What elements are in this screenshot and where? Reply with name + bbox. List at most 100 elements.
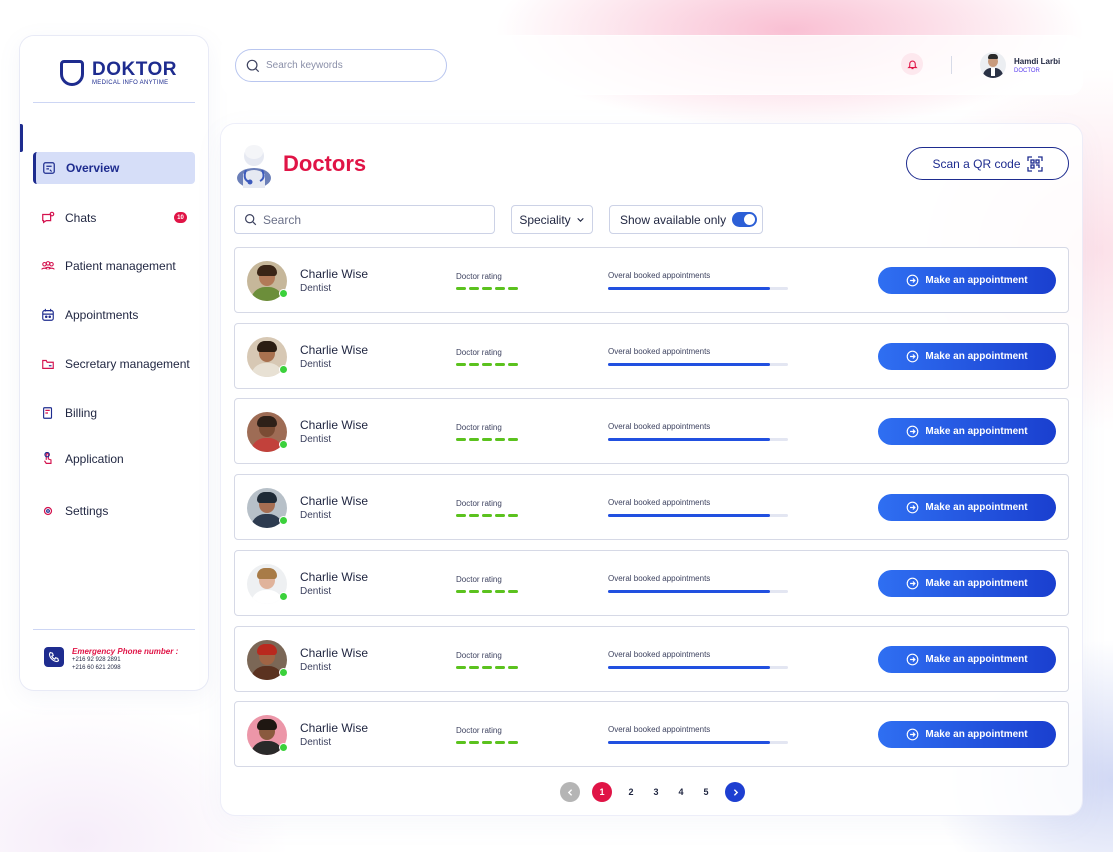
online-status-indicator	[279, 516, 288, 525]
next-page-button[interactable]	[725, 782, 745, 802]
sidebar-item-secretary-management[interactable]: Secretary management	[33, 348, 195, 380]
top-search[interactable]	[235, 49, 447, 82]
rating-label: Doctor rating	[456, 651, 502, 660]
make-appointment-button[interactable]: Make an appointment	[878, 721, 1056, 748]
doctor-rating	[456, 287, 518, 290]
search-input[interactable]	[266, 60, 426, 71]
bell-icon	[906, 60, 918, 69]
sidebar-item-application[interactable]: Application	[33, 443, 195, 475]
booked-label: Overal booked appointments	[608, 422, 711, 431]
make-appointment-button[interactable]: Make an appointment	[878, 418, 1056, 445]
rating-segment	[469, 363, 479, 366]
logo[interactable]: DOKTOR MEDICAL INFO ANYTIME	[60, 60, 177, 86]
avatar	[980, 52, 1006, 78]
rating-label: Doctor rating	[456, 726, 502, 735]
sidebar-accent	[20, 124, 23, 152]
sidebar-item-settings[interactable]: Settings	[33, 495, 195, 527]
user-menu[interactable]: Hamdi Larbi DOCTOR	[980, 52, 1060, 78]
pagination: 12345	[560, 782, 745, 802]
sidebar-item-overview[interactable]: Overview	[33, 152, 195, 184]
doctor-row[interactable]: Charlie Wise Dentist Doctor rating Overa…	[234, 398, 1069, 464]
doctor-row[interactable]: Charlie Wise Dentist Doctor rating Overa…	[234, 474, 1069, 540]
rating-segment	[469, 438, 479, 441]
chevron-left-icon	[567, 788, 572, 796]
emergency-phone: +216 92 928 2891	[72, 657, 121, 663]
booked-label: Overal booked appointments	[608, 498, 711, 507]
make-appointment-label: Make an appointment	[925, 502, 1028, 513]
rating-label: Doctor rating	[456, 423, 502, 432]
doctor-row[interactable]: Charlie Wise Dentist Doctor rating Overa…	[234, 323, 1069, 389]
doctor-rating	[456, 741, 518, 744]
doctor-row[interactable]: Charlie Wise Dentist Doctor rating Overa…	[234, 550, 1069, 616]
page-2-button[interactable]: 2	[621, 782, 641, 802]
doctor-row[interactable]: Charlie Wise Dentist Doctor rating Overa…	[234, 247, 1069, 313]
make-appointment-button[interactable]: Make an appointment	[878, 494, 1056, 521]
rating-segment	[495, 438, 505, 441]
search-icon	[245, 214, 257, 226]
sidebar-item-billing[interactable]: Billing	[33, 397, 195, 429]
emergency-title: Emergency Phone number :	[72, 647, 179, 656]
rating-segment	[495, 287, 505, 290]
sidebar: DOKTOR MEDICAL INFO ANYTIME Overview Cha…	[20, 36, 208, 690]
scan-qr-button[interactable]: Scan a QR code	[906, 147, 1069, 180]
booked-progress-bar	[608, 666, 788, 669]
top-divider	[951, 56, 952, 74]
doctor-name: Charlie Wise	[300, 646, 369, 660]
page-4-button[interactable]: 4	[671, 782, 691, 802]
make-appointment-button[interactable]: Make an appointment	[878, 570, 1056, 597]
doctor-rating	[456, 666, 518, 669]
make-appointment-label: Make an appointment	[925, 729, 1028, 740]
make-appointment-button[interactable]: Make an appointment	[878, 646, 1056, 673]
sidebar-item-label: Billing	[65, 406, 98, 420]
online-status-indicator	[279, 365, 288, 374]
calendar-icon	[41, 308, 55, 322]
speciality-dropdown[interactable]: Speciality	[511, 205, 593, 234]
toggle-switch[interactable]	[732, 212, 758, 227]
sidebar-item-chats[interactable]: Chats 10	[33, 202, 195, 234]
rating-segment	[482, 741, 492, 744]
rating-segment	[469, 741, 479, 744]
emergency-phone: +216 60 621 2098	[72, 665, 121, 671]
page-1-button[interactable]: 1	[592, 782, 612, 802]
previous-page-button[interactable]	[560, 782, 580, 802]
booked-progress-bar	[608, 741, 788, 744]
rating-segment	[508, 514, 518, 517]
page-5-button[interactable]: 5	[696, 782, 716, 802]
rating-segment	[495, 514, 505, 517]
arrow-circle-icon	[907, 350, 919, 363]
online-status-indicator	[279, 440, 288, 449]
online-status-indicator	[279, 289, 288, 298]
doctor-row[interactable]: Charlie Wise Dentist Doctor rating Overa…	[234, 701, 1069, 767]
page-title: Doctors	[283, 151, 367, 176]
rating-segment	[508, 741, 518, 744]
doctor-search-input[interactable]	[263, 212, 483, 227]
rating-segment	[482, 590, 492, 593]
rating-segment	[482, 438, 492, 441]
sidebar-divider	[33, 102, 195, 103]
rating-segment	[469, 590, 479, 593]
doctor-row[interactable]: Charlie Wise Dentist Doctor rating Overa…	[234, 626, 1069, 692]
rating-segment	[495, 741, 505, 744]
rating-segment	[495, 666, 505, 669]
doctor-name: Charlie Wise	[300, 721, 369, 735]
sidebar-item-label: Overview	[66, 161, 120, 175]
available-only-toggle[interactable]: Show available only	[609, 205, 763, 234]
doctor-illustration-icon	[235, 140, 273, 188]
sidebar-item-patient-management[interactable]: Patient management	[33, 250, 195, 282]
doctor-search[interactable]	[234, 205, 495, 234]
booked-label: Overal booked appointments	[608, 347, 711, 356]
logo-mark-icon	[60, 60, 84, 86]
rating-segment	[508, 363, 518, 366]
rating-segment	[456, 438, 466, 441]
folder-icon	[41, 357, 55, 371]
page-3-button[interactable]: 3	[646, 782, 666, 802]
make-appointment-button[interactable]: Make an appointment	[878, 343, 1056, 370]
user-name: Hamdi Larbi	[1014, 56, 1061, 66]
sidebar-item-appointments[interactable]: Appointments	[33, 299, 195, 331]
arrow-circle-icon	[907, 274, 919, 287]
make-appointment-button[interactable]: Make an appointment	[878, 267, 1056, 294]
make-appointment-label: Make an appointment	[925, 578, 1028, 589]
search-icon	[246, 59, 260, 72]
notifications-button[interactable]	[901, 53, 923, 75]
booked-progress-bar	[608, 438, 788, 441]
